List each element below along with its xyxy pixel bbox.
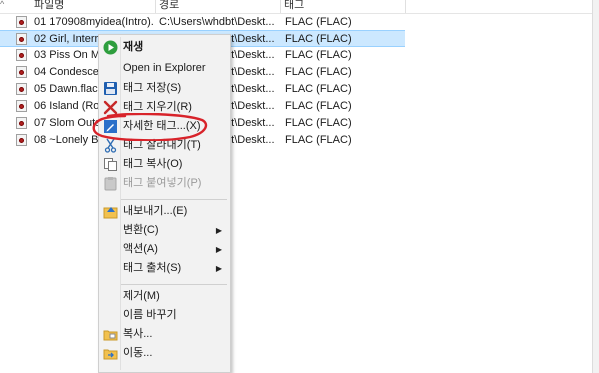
menu-item-save-tag[interactable]: 태그 저장(S) (99, 79, 230, 98)
paste-icon (103, 176, 118, 191)
save-disk-icon (103, 81, 118, 96)
menu-item-label: 내보내기...(E) (123, 205, 188, 217)
menu-item-tag-sources[interactable]: 태그 출처(S) ▶ (99, 259, 230, 278)
row-tag: FLAC (FLAC) (285, 83, 352, 95)
menu-item-copy-tag[interactable]: 태그 복사(O) (99, 155, 230, 174)
menu-item-paste-tag: 태그 붙여넣기(P) (99, 174, 230, 193)
audio-file-icon (16, 83, 27, 95)
menu-item-move-files[interactable]: 이동... (99, 344, 230, 363)
menu-item-export[interactable]: 내보내기...(E) (99, 202, 230, 221)
folder-copy-icon (103, 327, 118, 342)
submenu-arrow-icon: ▶ (215, 245, 222, 254)
column-header-name[interactable]: 파일명 (30, 0, 155, 13)
row-tag: FLAC (FLAC) (285, 16, 352, 28)
audio-file-icon (16, 117, 27, 129)
column-header-path[interactable]: 경로 (155, 0, 280, 13)
menu-item-rename[interactable]: 이름 바꾸기 (99, 306, 230, 325)
menu-item-copy-files[interactable]: 복사... (99, 325, 230, 344)
audio-file-icon (16, 100, 27, 112)
column-header-tag[interactable]: 태그 (280, 0, 405, 13)
row-tag: FLAC (FLAC) (285, 100, 352, 112)
audio-file-icon (16, 49, 27, 61)
menu-item-label: 태그 붙여넣기(P) (123, 177, 202, 189)
row-path: C:\Users\whdbt\Deskt... (159, 16, 274, 28)
row-tag: FLAC (FLAC) (285, 49, 352, 61)
menu-item-label: 변환(C) (123, 224, 159, 236)
audio-file-icon (16, 134, 27, 146)
submenu-arrow-icon: ▶ (215, 264, 222, 273)
menu-item-label: 태그 복사(O) (123, 158, 183, 170)
table-row[interactable]: 01 170908myidea(Intro)... C:\Users\whdbt… (0, 14, 405, 31)
menu-item-label: 이름 바꾸기 (123, 309, 177, 321)
copy-icon (103, 157, 118, 172)
menu-item-remove[interactable]: 제거(M) (99, 287, 230, 306)
row-tag: FLAC (FLAC) (285, 33, 352, 45)
row-tag: FLAC (FLAC) (285, 117, 352, 129)
menu-item-label: 태그 출처(S) (123, 262, 182, 274)
audio-file-icon (16, 16, 27, 28)
menu-separator (121, 284, 227, 285)
menu-item-open-in-explorer[interactable]: Open in Explorer (99, 59, 230, 78)
file-list: ^ 파일명 경로 태그 01 170908myidea(Intro)... C:… (0, 0, 599, 373)
submenu-arrow-icon: ▶ (215, 226, 222, 235)
menu-item-label: 이동... (123, 347, 153, 359)
menu-item-actions[interactable]: 액션(A) ▶ (99, 240, 230, 259)
context-menu: 재생 Open in Explorer 태그 저장(S) 태그 지우기(R) 자… (98, 34, 231, 373)
vertical-scrollbar[interactable] (592, 0, 599, 373)
menu-item-label: 재생 (123, 41, 144, 53)
list-header: ^ 파일명 경로 태그 (0, 0, 599, 14)
menu-item-label: 복사... (123, 328, 153, 340)
red-circle-annotation (92, 113, 208, 141)
row-tag: FLAC (FLAC) (285, 66, 352, 78)
menu-item-label: Open in Explorer (123, 62, 206, 74)
audio-file-icon (16, 33, 27, 45)
play-icon (103, 40, 118, 55)
menu-item-label: 제거(M) (123, 290, 160, 302)
export-icon (103, 204, 118, 219)
menu-item-label: 태그 저장(S) (123, 82, 182, 94)
row-filename: 01 170908myidea(Intro)... (34, 16, 154, 28)
menu-item-play[interactable]: 재생 (99, 38, 230, 57)
folder-move-icon (103, 346, 118, 361)
audio-file-icon (16, 66, 27, 78)
row-tag: FLAC (FLAC) (285, 134, 352, 146)
menu-item-label: 액션(A) (123, 243, 158, 255)
menu-separator (121, 199, 227, 200)
menu-item-convert[interactable]: 변환(C) ▶ (99, 221, 230, 240)
sort-caret-icon[interactable]: ^ (0, 0, 10, 13)
